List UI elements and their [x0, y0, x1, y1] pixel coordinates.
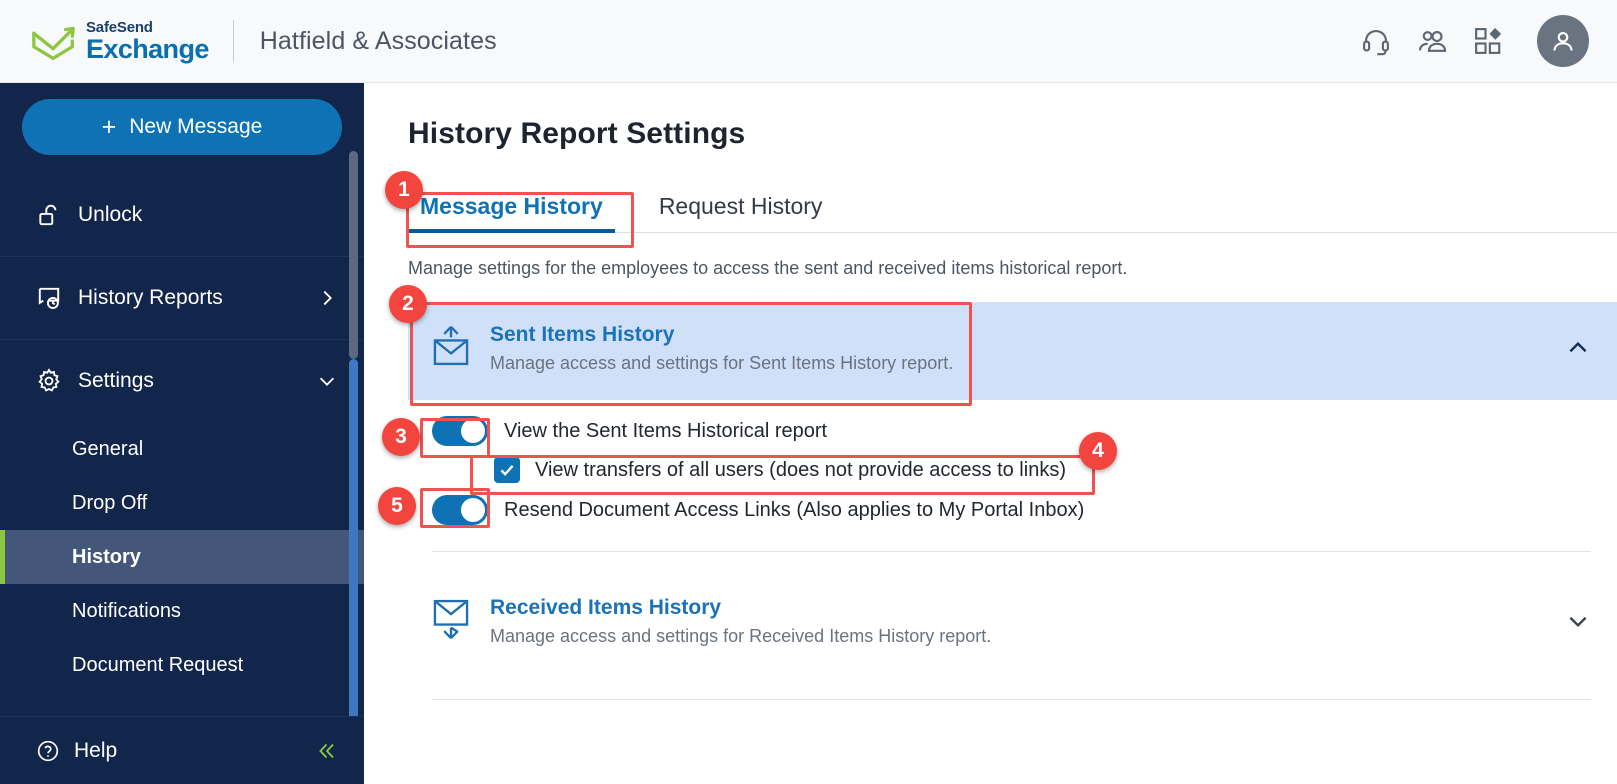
panel-subtitle: Manage access and settings for Received …: [490, 626, 992, 646]
header-icon-group: [1361, 15, 1589, 67]
plus-icon: +: [101, 112, 117, 141]
chevron-double-left-icon[interactable]: [314, 739, 338, 763]
tab-request-history[interactable]: Request History: [647, 185, 835, 232]
option-label: View transfers of all users (does not pr…: [535, 458, 1066, 481]
panel-received-items-history[interactable]: Received Items History Manage access and…: [408, 575, 1617, 673]
section-divider: [432, 551, 1591, 552]
panel-sent-items-history[interactable]: Sent Items History Manage access and set…: [408, 302, 1617, 400]
sidebar-item-history-reports[interactable]: History Reports: [0, 256, 364, 339]
panel-subtitle: Manage access and settings for Sent Item…: [490, 353, 954, 373]
checkbox-view-transfers-all-users[interactable]: [494, 457, 520, 483]
sidebar-subitem-label: Document Request: [72, 653, 244, 676]
toggle-knob: [461, 498, 485, 522]
panel-title: Received Items History: [490, 596, 722, 619]
sidebar-subitem-notifications[interactable]: Notifications: [0, 584, 364, 638]
app-header: SafeSend Exchange Hatfield & Associates: [0, 0, 1617, 83]
option-row-resend-links: Resend Document Access Links (Also appli…: [432, 495, 1617, 525]
envelope-down-icon: [433, 599, 469, 639]
section-divider: [432, 699, 1591, 700]
user-avatar[interactable]: [1537, 15, 1589, 67]
logo-text-safesend: SafeSend: [86, 18, 153, 36]
envelope-up-icon: [433, 326, 469, 366]
sidebar-scroll-area: + New Message Unlock History Reports Set…: [0, 83, 364, 716]
page-title: History Report Settings: [408, 117, 746, 150]
toggle-knob: [461, 419, 485, 443]
help-label: Help: [74, 738, 118, 762]
logo-text-exchange: Exchange: [86, 33, 209, 64]
app-root: SafeSend Exchange Hatfield & Associates: [0, 0, 1617, 784]
chevron-right-icon: [323, 290, 332, 306]
toggle-resend-document-access-links[interactable]: [432, 495, 488, 525]
sidebar-subitem-label: General: [72, 437, 144, 460]
sidebar-subitem-general[interactable]: General: [0, 422, 364, 476]
option-label: Resend Document Access Links (Also appli…: [504, 498, 1085, 521]
main-content: History Report Settings Message History …: [364, 83, 1617, 784]
option-label: View the Sent Items Historical report: [504, 419, 828, 442]
section-description: Manage settings for the employees to acc…: [408, 258, 1128, 278]
sidebar-subitem-label: Notifications: [72, 599, 181, 622]
people-icon[interactable]: [1417, 26, 1447, 56]
user-avatar-icon: [1553, 31, 1573, 51]
sidebar-item-unlock[interactable]: Unlock: [0, 173, 364, 256]
sidebar-subitem-label: History: [72, 545, 141, 568]
check-icon: [500, 465, 514, 476]
option-row-view-sent-items: View the Sent Items Historical report: [432, 416, 1617, 446]
chevron-down-icon: [319, 377, 335, 386]
unlock-icon: [39, 204, 57, 225]
organization-name: Hatfield & Associates: [259, 26, 497, 55]
header-divider: [232, 20, 234, 62]
toggle-view-sent-items-report[interactable]: [432, 416, 488, 446]
option-row-view-transfers: View transfers of all users (does not pr…: [494, 457, 1617, 483]
sidebar-item-label: History Reports: [78, 286, 223, 309]
safesend-logo-icon: [32, 26, 75, 60]
chevron-down-icon[interactable]: [1565, 608, 1591, 634]
scrollbar-thumb-upper[interactable]: [349, 151, 358, 359]
brand-logo[interactable]: SafeSend Exchange: [30, 20, 209, 63]
help-button[interactable]: Help: [36, 739, 117, 763]
sidebar-subitem-label: Drop Off: [72, 491, 148, 514]
gear-icon: [38, 368, 60, 392]
headset-icon[interactable]: [1361, 26, 1391, 56]
sidebar-item-label: Unlock: [78, 202, 143, 226]
new-message-label: New Message: [129, 115, 263, 138]
panel-title: Sent Items History: [490, 323, 675, 346]
tab-bar: Message History Request History: [408, 185, 1617, 233]
sidebar-subitem-document-request[interactable]: Document Request: [0, 638, 364, 692]
apps-grid-icon[interactable]: [1473, 26, 1503, 56]
sidebar: + New Message Unlock History Reports Set…: [0, 83, 364, 784]
scrollbar-thumb-lower[interactable]: [349, 359, 358, 716]
history-report-icon: [38, 287, 60, 309]
tab-message-history[interactable]: Message History: [408, 185, 615, 233]
sidebar-scrollbar[interactable]: [349, 151, 358, 716]
new-message-button[interactable]: + New Message: [22, 99, 342, 155]
sidebar-footer: Help: [0, 716, 364, 784]
question-circle-icon: [37, 740, 59, 761]
sidebar-item-settings[interactable]: Settings: [0, 339, 364, 422]
chevron-up-icon[interactable]: [1565, 335, 1591, 361]
sidebar-item-label: Settings: [78, 369, 154, 392]
sidebar-subitem-history[interactable]: History: [0, 530, 364, 584]
sidebar-subitem-drop-off[interactable]: Drop Off: [0, 476, 364, 530]
